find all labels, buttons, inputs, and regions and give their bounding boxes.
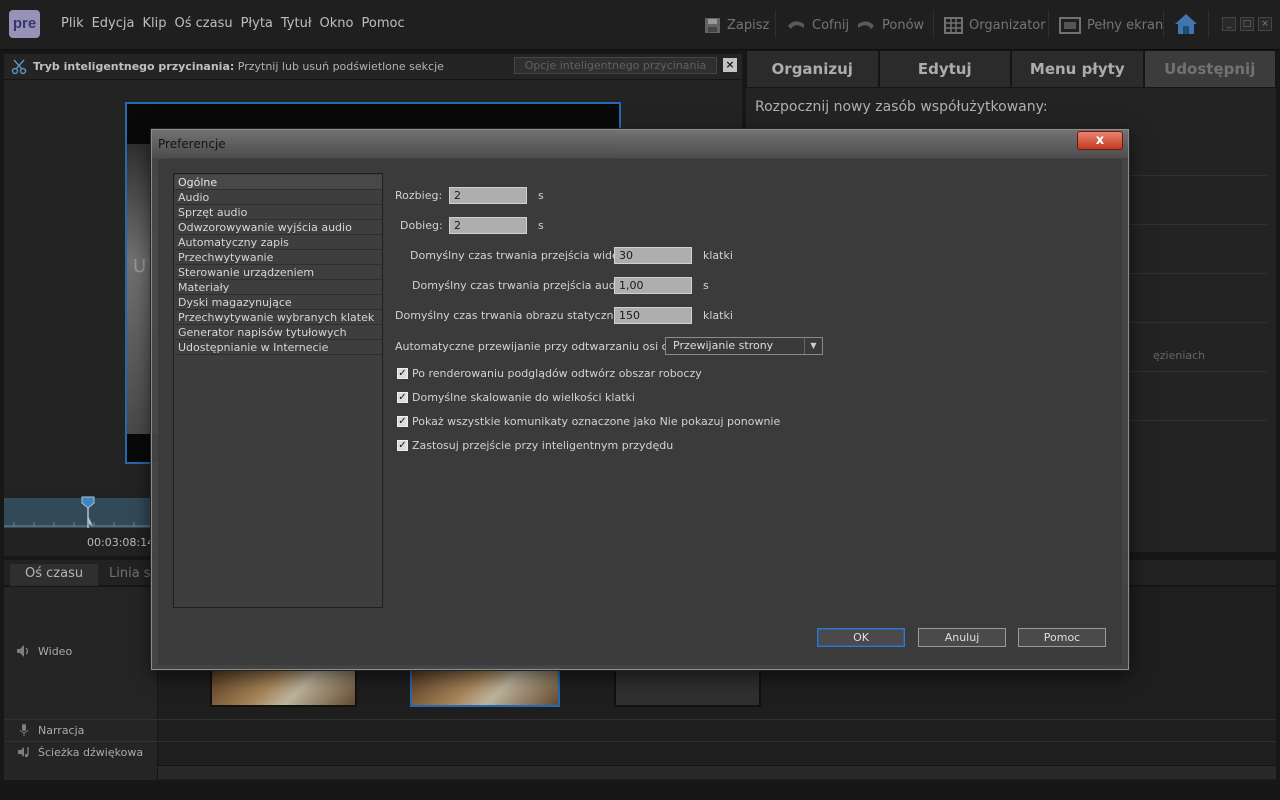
checkbox-label: Zastosuj przejście przy inteligentnym pr… <box>412 438 674 452</box>
video-transition-unit: klatki <box>703 249 733 262</box>
checkbox-row[interactable]: ✓ Domyślne skalowanie do wielkości klatk… <box>397 390 635 404</box>
checkbox-label: Domyślne skalowanie do wielkości klatki <box>412 390 635 404</box>
category-audio-output-mapping[interactable]: Odwzorowywanie wyjścia audio <box>175 220 382 235</box>
video-transition-input[interactable]: 30 <box>614 247 692 264</box>
category-web-sharing[interactable]: Udostępnianie w Internecie <box>175 340 382 355</box>
category-capture[interactable]: Przechwytywanie <box>175 250 382 265</box>
category-scratch-disks[interactable]: Dyski magazynujące <box>175 295 382 310</box>
category-stop-motion-capture[interactable]: Przechwytywanie wybranych klatek <box>175 310 382 325</box>
category-list: Ogólne Audio Sprzęt audio Odwzorowywanie… <box>173 173 383 608</box>
autoscroll-label: Automatyczne przewijanie przy odtwarzani… <box>395 340 697 353</box>
category-general[interactable]: Ogólne <box>175 175 382 190</box>
category-titler[interactable]: Generator napisów tytułowych <box>175 325 382 340</box>
dialog-close-button[interactable]: x <box>1077 131 1123 150</box>
autoscroll-select[interactable]: Przewijanie strony <box>665 337 823 355</box>
preroll-label: Rozbieg: <box>395 189 443 202</box>
category-device-control[interactable]: Sterowanie urządzeniem <box>175 265 382 280</box>
category-audio[interactable]: Audio <box>175 190 382 205</box>
checkbox-smart-fix-transition[interactable]: ✓ <box>397 439 408 451</box>
still-image-label: Domyślny czas trwania obrazu statycznego <box>395 309 634 322</box>
ok-button[interactable]: OK <box>817 628 905 647</box>
checkbox-show-all-messages[interactable]: ✓ <box>397 415 408 427</box>
postroll-label: Dobieg: <box>400 219 443 232</box>
category-media[interactable]: Materiały <box>175 280 382 295</box>
audio-transition-unit: s <box>703 279 709 292</box>
checkbox-label: Po renderowaniu podglądów odtwórz obszar… <box>412 366 702 380</box>
checkbox-scale-to-frame[interactable]: ✓ <box>397 391 408 403</box>
dialog-title: Preferencje <box>158 137 226 151</box>
video-transition-label: Domyślny czas trwania przejścia wideo: <box>410 249 630 262</box>
postroll-unit: s <box>538 219 544 232</box>
checkbox-row[interactable]: ✓ Pokaż wszystkie komunikaty oznaczone j… <box>397 414 780 428</box>
still-image-unit: klatki <box>703 309 733 322</box>
help-button[interactable]: Pomoc <box>1018 628 1106 647</box>
dialog-titlebar[interactable]: Preferencje x <box>152 130 1128 158</box>
postroll-input[interactable]: 2 <box>449 217 527 234</box>
preroll-input[interactable]: 2 <box>449 187 527 204</box>
checkbox-play-workarea[interactable]: ✓ <box>397 367 408 379</box>
category-audio-hardware[interactable]: Sprzęt audio <box>175 205 382 220</box>
audio-transition-input[interactable]: 1,00 <box>614 277 692 294</box>
cancel-button[interactable]: Anuluj <box>918 628 1006 647</box>
still-image-input[interactable]: 150 <box>614 307 692 324</box>
chevron-down-icon[interactable]: ▼ <box>804 338 822 354</box>
preroll-unit: s <box>538 189 544 202</box>
checkbox-row[interactable]: ✓ Zastosuj przejście przy inteligentnym … <box>397 438 673 452</box>
audio-transition-label: Domyślny czas trwania przejścia audio: <box>412 279 630 292</box>
checkbox-row[interactable]: ✓ Po renderowaniu podglądów odtwórz obsz… <box>397 366 702 380</box>
category-autosave[interactable]: Automatyczny zapis <box>175 235 382 250</box>
checkbox-label: Pokaż wszystkie komunikaty oznaczone jak… <box>412 414 781 428</box>
